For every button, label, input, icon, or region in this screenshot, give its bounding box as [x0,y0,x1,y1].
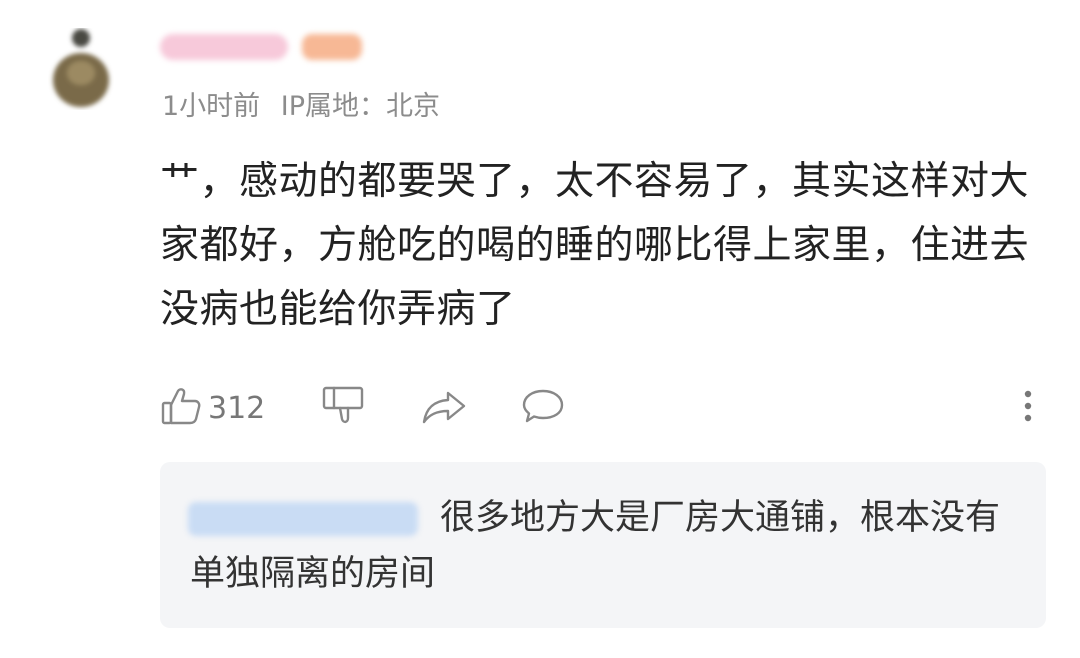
speech-bubble-icon [520,385,566,431]
more-vertical-icon [1018,385,1038,431]
thumbs-up-icon [160,385,202,431]
reply-button[interactable] [520,380,566,436]
avatar[interactable] [48,28,114,110]
reply-preview[interactable]: 很多地方大是厂房大通铺，根本没有单独隔离的房间 [160,462,1046,628]
action-bar: 312 [0,380,1080,436]
dislike-button[interactable] [320,380,366,436]
comment-text: 艹，感动的都要哭了，太不容易了，其实这样对大家都好，方舱吃的喝的睡的哪比得上家里… [160,159,1030,332]
comment-card: 1小时前 IP属地：北京 艹，感动的都要哭了，太不容易了，其实这样对大家都好，方… [0,0,1080,658]
timestamp: 1小时前 [162,91,261,122]
like-button[interactable]: 312 [160,380,265,436]
more-options-button[interactable] [1018,380,1038,436]
like-count: 312 [208,390,266,426]
username[interactable] [160,34,288,60]
share-button[interactable] [420,380,468,436]
user-badge [302,34,362,60]
comment-meta: 1小时前 IP属地：北京 [162,84,440,123]
reply-username[interactable] [188,502,418,536]
ip-location: IP属地：北京 [280,91,441,122]
share-arrow-icon [420,385,468,431]
thumbs-down-icon [320,383,366,433]
